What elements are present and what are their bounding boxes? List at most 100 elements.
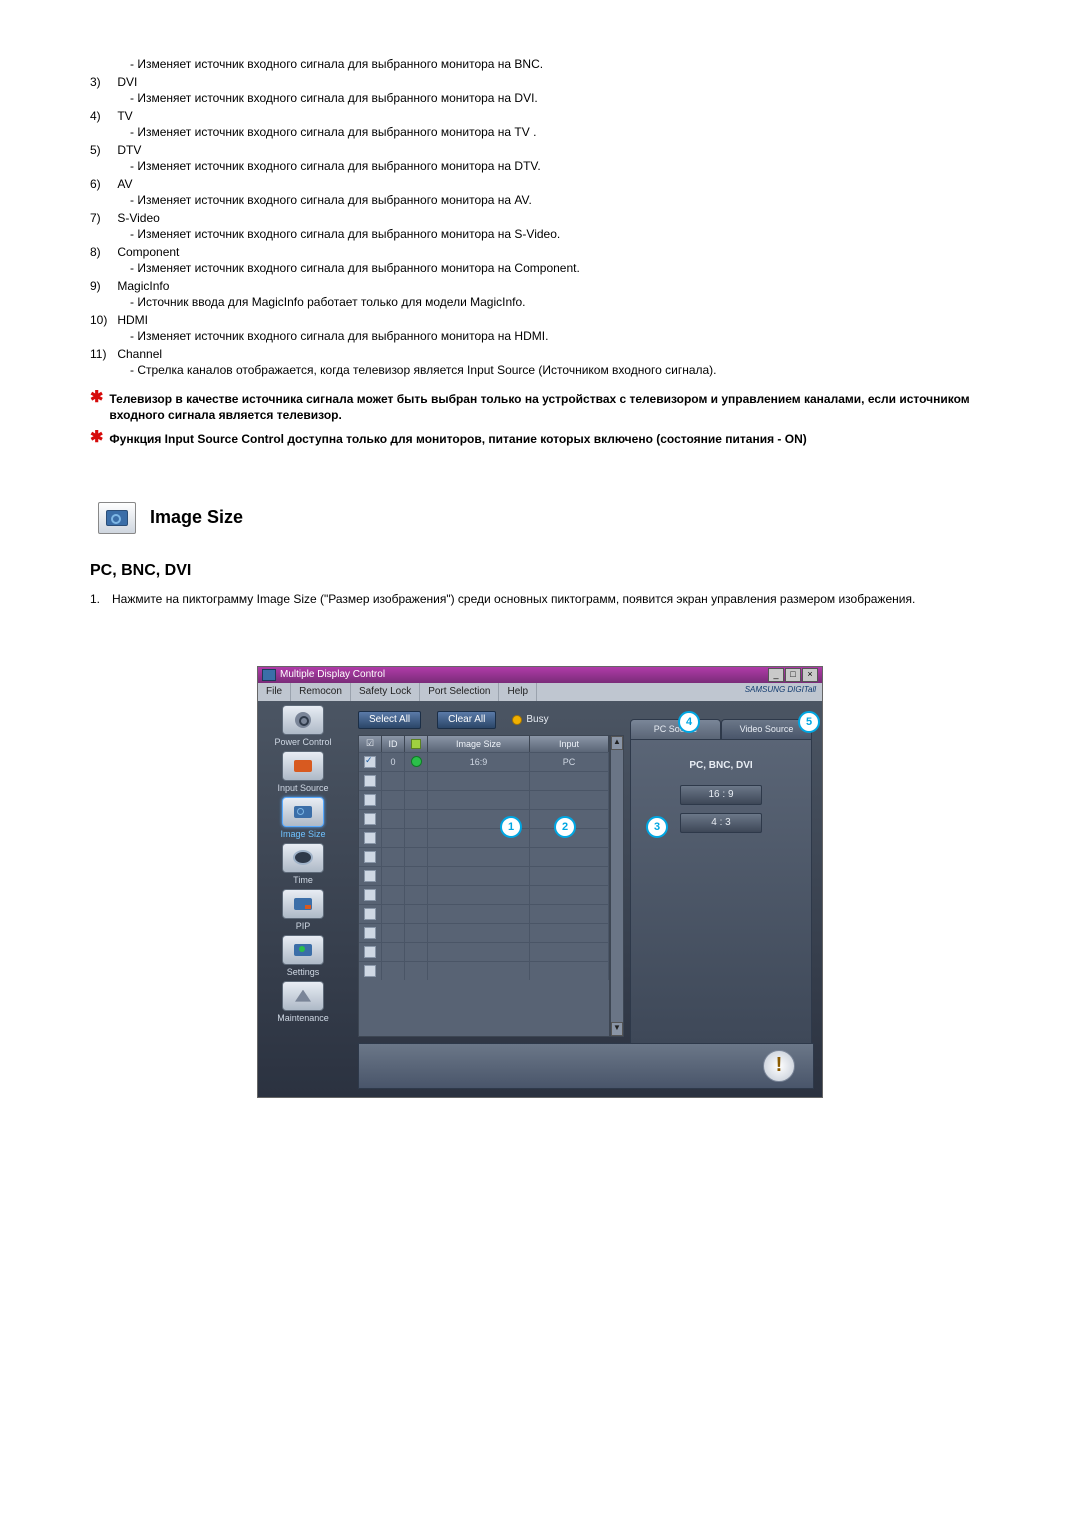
row-image-size: 16:9 bbox=[428, 753, 530, 771]
source-item: - Изменяет источник входного сигнала для… bbox=[90, 57, 990, 71]
list-row[interactable] bbox=[359, 847, 609, 866]
row-checkbox[interactable] bbox=[364, 965, 376, 977]
row-checkbox[interactable] bbox=[364, 851, 376, 863]
image-size-icon bbox=[98, 502, 136, 534]
sidebar-label: Image Size bbox=[258, 829, 348, 839]
scrollbar[interactable]: ▲ ▼ bbox=[610, 735, 624, 1037]
close-button[interactable]: × bbox=[802, 668, 818, 682]
row-checkbox[interactable] bbox=[364, 870, 376, 882]
source-num: 6) bbox=[90, 177, 114, 191]
image-size-panel: PC, BNC, DVI 16 : 9 4 : 3 bbox=[630, 739, 812, 1057]
busy-label: Busy bbox=[526, 714, 548, 725]
menu-safety-lock[interactable]: Safety Lock bbox=[351, 683, 420, 701]
source-item: 6) AV - Изменяет источник входного сигна… bbox=[90, 177, 990, 207]
note-text: Телевизор в качестве источника сигнала м… bbox=[109, 391, 990, 423]
menu-help[interactable]: Help bbox=[499, 683, 537, 701]
row-checkbox[interactable] bbox=[364, 889, 376, 901]
callout-2: 2 bbox=[554, 816, 576, 838]
sidebar-item-power-control[interactable]: Power Control bbox=[258, 705, 348, 747]
row-checkbox[interactable] bbox=[364, 775, 376, 787]
sidebar-label: Power Control bbox=[258, 737, 348, 747]
busy-dot-icon bbox=[512, 715, 522, 725]
menu-remocon[interactable]: Remocon bbox=[291, 683, 351, 701]
col-input: Input bbox=[530, 736, 609, 752]
source-desc: - Изменяет источник входного сигнала для… bbox=[130, 159, 990, 173]
list-row[interactable] bbox=[359, 904, 609, 923]
source-item: 11) Channel - Стрелка каналов отображает… bbox=[90, 347, 990, 377]
status-dot-icon bbox=[411, 756, 422, 767]
source-item: 7) S-Video - Изменяет источник входного … bbox=[90, 211, 990, 241]
list-row[interactable]: 0 16:9 PC bbox=[359, 752, 609, 771]
sidebar-label: PIP bbox=[258, 921, 348, 931]
sidebar-item-input-source[interactable]: Input Source bbox=[258, 751, 348, 793]
sidebar-item-settings[interactable]: Settings bbox=[258, 935, 348, 977]
source-desc: - Изменяет источник входного сигнала для… bbox=[130, 227, 990, 241]
callout-5: 5 bbox=[798, 711, 820, 733]
mdc-window: Multiple Display Control _ □ × File Remo… bbox=[257, 666, 823, 1098]
source-num: 4) bbox=[90, 109, 114, 123]
section-header: Image Size bbox=[98, 502, 990, 534]
source-item: 9) MagicInfo - Источник ввода для MagicI… bbox=[90, 279, 990, 309]
scroll-up-icon[interactable]: ▲ bbox=[611, 736, 623, 750]
monitor-list: ☑ ID Image Size Input 0 16:9 PC bbox=[358, 735, 610, 1037]
row-checkbox[interactable] bbox=[364, 832, 376, 844]
col-id: ID bbox=[382, 736, 405, 752]
list-row[interactable] bbox=[359, 942, 609, 961]
titlebar: Multiple Display Control _ □ × bbox=[258, 667, 822, 683]
list-row[interactable] bbox=[359, 866, 609, 885]
scroll-down-icon[interactable]: ▼ bbox=[611, 1022, 623, 1036]
source-label: AV bbox=[117, 177, 132, 191]
row-checkbox[interactable] bbox=[364, 813, 376, 825]
source-num: 11) bbox=[90, 347, 114, 361]
app-icon bbox=[262, 669, 276, 681]
source-desc: - Изменяет источник входного сигнала для… bbox=[130, 193, 990, 207]
col-check[interactable]: ☑ bbox=[359, 736, 382, 752]
source-desc: - Источник ввода для MagicInfo работает … bbox=[130, 295, 990, 309]
menubar: File Remocon Safety Lock Port Selection … bbox=[258, 683, 822, 701]
row-checkbox[interactable] bbox=[364, 908, 376, 920]
list-row[interactable] bbox=[359, 923, 609, 942]
list-row[interactable] bbox=[359, 885, 609, 904]
row-input: PC bbox=[530, 753, 609, 771]
source-desc: - Изменяет источник входного сигнала для… bbox=[130, 91, 990, 105]
toolbar: Select All Clear All Busy bbox=[358, 711, 549, 729]
source-num: 9) bbox=[90, 279, 114, 293]
right-panel: PC Source Video Source PC, BNC, DVI 16 :… bbox=[630, 719, 812, 1057]
sidebar-item-image-size[interactable]: Image Size bbox=[258, 797, 348, 839]
source-desc: - Изменяет источник входного сигнала для… bbox=[130, 57, 990, 71]
row-id: 0 bbox=[382, 753, 405, 771]
menu-port-selection[interactable]: Port Selection bbox=[420, 683, 499, 701]
sidebar: Power Control Input Source Image Size Ti… bbox=[258, 701, 348, 1071]
clear-all-button[interactable]: Clear All bbox=[437, 711, 496, 729]
source-item: 8) Component - Изменяет источник входног… bbox=[90, 245, 990, 275]
row-checkbox[interactable] bbox=[364, 927, 376, 939]
list-row[interactable] bbox=[359, 771, 609, 790]
sidebar-item-pip[interactable]: PIP bbox=[258, 889, 348, 931]
row-checkbox[interactable] bbox=[364, 946, 376, 958]
callout-1: 1 bbox=[500, 816, 522, 838]
pip-icon bbox=[282, 889, 324, 919]
menu-file[interactable]: File bbox=[258, 683, 291, 701]
row-checkbox[interactable] bbox=[364, 794, 376, 806]
option-4-3[interactable]: 4 : 3 bbox=[680, 813, 762, 833]
row-checkbox[interactable] bbox=[364, 756, 376, 768]
list-row[interactable] bbox=[359, 961, 609, 980]
list-header: ☑ ID Image Size Input bbox=[359, 736, 609, 752]
sidebar-label: Input Source bbox=[258, 783, 348, 793]
note-text: Функция Input Source Control доступна то… bbox=[109, 431, 990, 447]
tab-pc-source[interactable]: PC Source bbox=[630, 719, 721, 739]
source-label: HDMI bbox=[117, 313, 148, 327]
minimize-button[interactable]: _ bbox=[768, 668, 784, 682]
source-desc: - Стрелка каналов отображается, когда те… bbox=[130, 363, 990, 377]
callout-3: 3 bbox=[646, 816, 668, 838]
option-16-9[interactable]: 16 : 9 bbox=[680, 785, 762, 805]
source-desc: - Изменяет источник входного сигнала для… bbox=[130, 329, 990, 343]
sidebar-item-time[interactable]: Time bbox=[258, 843, 348, 885]
col-image-size: Image Size bbox=[428, 736, 530, 752]
list-row[interactable] bbox=[359, 790, 609, 809]
sidebar-item-maintenance[interactable]: Maintenance bbox=[258, 981, 348, 1023]
source-item: 3) DVI - Изменяет источник входного сигн… bbox=[90, 75, 990, 105]
select-all-button[interactable]: Select All bbox=[358, 711, 421, 729]
maximize-button[interactable]: □ bbox=[785, 668, 801, 682]
star-icon: ✱ bbox=[90, 391, 103, 405]
